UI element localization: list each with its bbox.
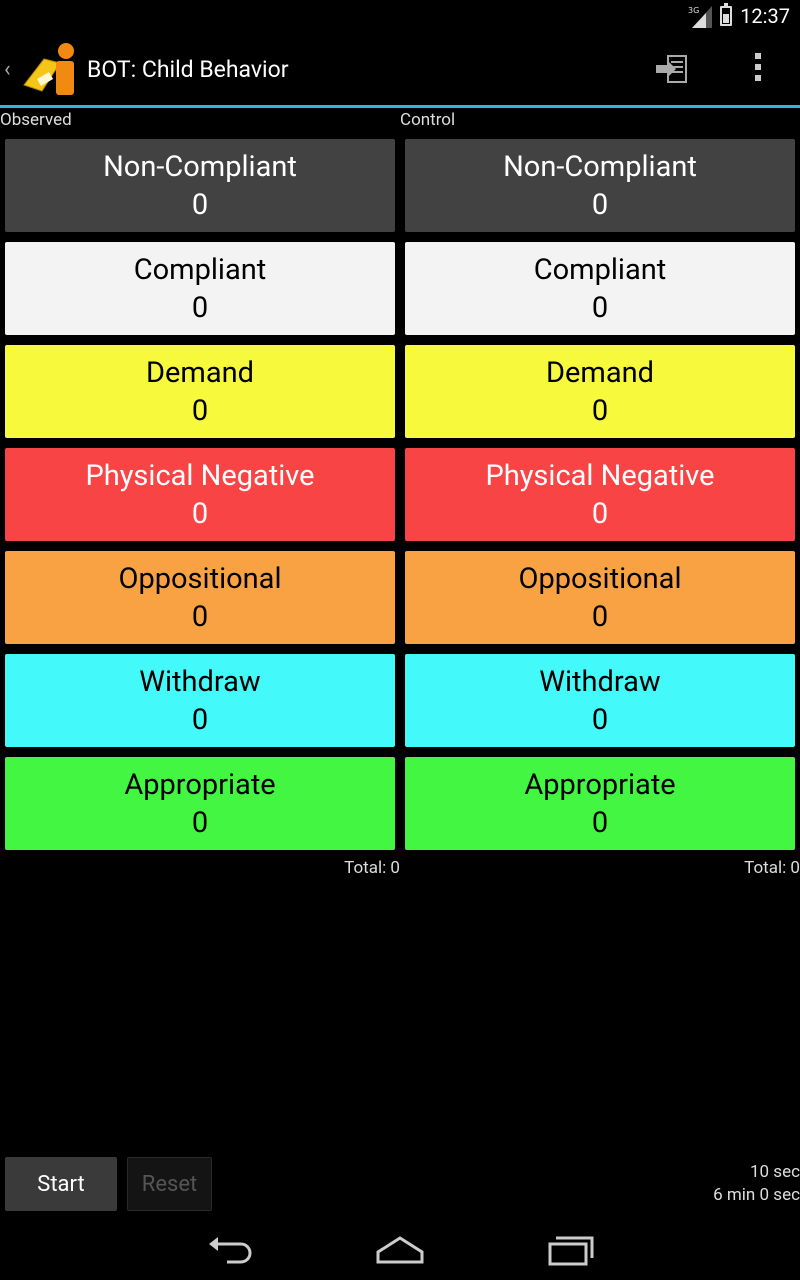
button-label: Appropriate (124, 767, 276, 802)
observed-column-label: Observed (0, 110, 72, 130)
button-label: Demand (146, 355, 254, 390)
overflow-menu-icon[interactable] (748, 53, 768, 87)
reset-button[interactable]: Reset (127, 1157, 212, 1211)
chevron-left-icon[interactable]: ‹ (4, 57, 16, 82)
status-time: 12:37 (740, 4, 790, 28)
button-count: 0 (191, 702, 209, 737)
control-compliant-button[interactable]: Compliant 0 (405, 242, 795, 335)
button-label: Compliant (133, 252, 267, 287)
control-appropriate-button[interactable]: Appropriate 0 (405, 757, 795, 850)
button-count: 0 (191, 496, 209, 531)
button-count: 0 (591, 805, 609, 840)
button-label: Oppositional (118, 561, 282, 596)
button-count: 0 (591, 702, 609, 737)
page-title: BOT: Child Behavior (87, 56, 289, 83)
observed-physical-negative-button[interactable]: Physical Negative 0 (5, 448, 395, 541)
control-demand-button[interactable]: Demand 0 (405, 345, 795, 438)
app-logo-icon[interactable] (20, 41, 78, 97)
duration-text: 6 min 0 sec (713, 1185, 800, 1205)
control-total: Total: 0 (744, 858, 800, 878)
button-label: Non-Compliant (103, 149, 297, 184)
button-label: Demand (546, 355, 654, 390)
button-count: 0 (191, 599, 209, 634)
button-count: 0 (191, 290, 209, 325)
button-label: Oppositional (518, 561, 682, 596)
button-label: Physical Negative (485, 458, 715, 493)
button-label: Compliant (533, 252, 667, 287)
signal-3g-icon: 3G (688, 6, 713, 28)
button-count: 0 (191, 805, 209, 840)
button-count: 0 (591, 599, 609, 634)
observed-oppositional-button[interactable]: Oppositional 0 (5, 551, 395, 644)
observed-compliant-button[interactable]: Compliant 0 (5, 242, 395, 335)
button-label: Withdraw (139, 664, 261, 699)
control-withdraw-button[interactable]: Withdraw 0 (405, 654, 795, 747)
navigation-bar (0, 1218, 800, 1280)
control-oppositional-button[interactable]: Oppositional 0 (405, 551, 795, 644)
interval-text: 10 sec (749, 1162, 800, 1182)
export-icon[interactable] (654, 53, 690, 89)
status-icons: 3G 12:37 (688, 3, 790, 28)
control-non-compliant-button[interactable]: Non-Compliant 0 (405, 139, 795, 232)
observed-withdraw-button[interactable]: Withdraw 0 (5, 654, 395, 747)
back-icon[interactable] (205, 1232, 255, 1266)
button-label: Withdraw (539, 664, 661, 699)
control-column-label: Control (400, 110, 456, 130)
home-icon[interactable] (375, 1232, 425, 1266)
button-count: 0 (591, 393, 609, 428)
action-bar-divider (0, 105, 800, 108)
observed-demand-button[interactable]: Demand 0 (5, 345, 395, 438)
battery-icon (720, 3, 733, 26)
observed-total: Total: 0 (344, 858, 400, 878)
control-physical-negative-button[interactable]: Physical Negative 0 (405, 448, 795, 541)
button-count: 0 (191, 187, 209, 222)
button-label: Physical Negative (85, 458, 315, 493)
observed-appropriate-button[interactable]: Appropriate 0 (5, 757, 395, 850)
button-label: Non-Compliant (503, 149, 697, 184)
status-bar: 3G 12:37 (0, 0, 800, 33)
button-count: 0 (591, 290, 609, 325)
observed-non-compliant-button[interactable]: Non-Compliant 0 (5, 139, 395, 232)
action-bar: ‹ BOT: Child Behavior (0, 33, 800, 105)
button-count: 0 (591, 496, 609, 531)
recents-icon[interactable] (546, 1232, 596, 1266)
button-label: Appropriate (524, 767, 676, 802)
start-button[interactable]: Start (5, 1157, 117, 1211)
button-count: 0 (591, 187, 609, 222)
svg-text:3G: 3G (688, 6, 699, 15)
button-count: 0 (191, 393, 209, 428)
